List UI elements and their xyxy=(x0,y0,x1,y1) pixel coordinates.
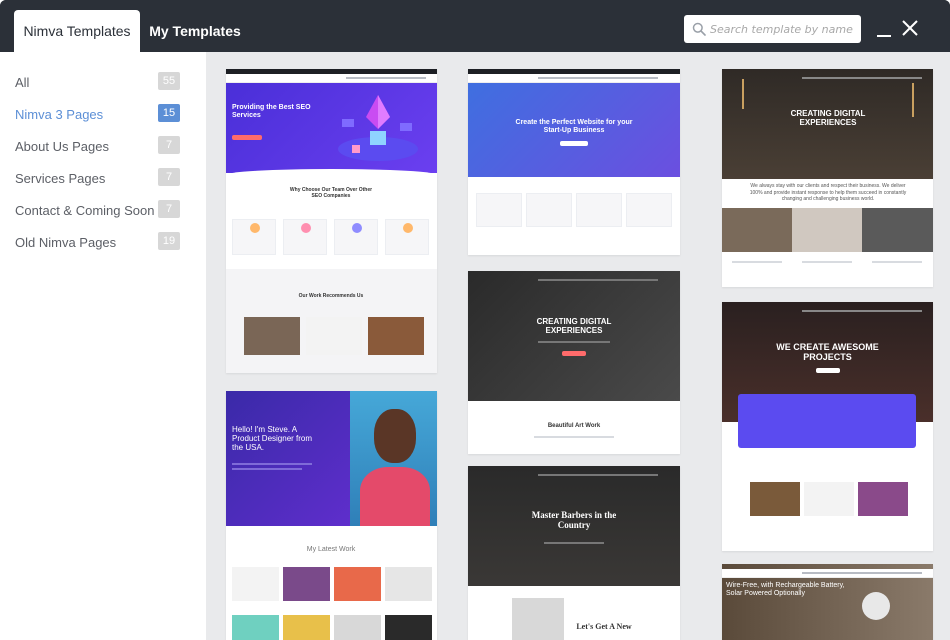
category-count-badge: 15 xyxy=(158,104,180,122)
template-library-window: Nimva Templates My Templates All 55 Nimv… xyxy=(0,0,950,640)
category-all[interactable]: All 55 xyxy=(0,70,206,96)
tab-my-templates[interactable]: My Templates xyxy=(146,10,244,52)
template-preview-hero: Wire-Free, with Rechargeable Battery, So… xyxy=(722,564,933,640)
minimize-icon[interactable] xyxy=(876,22,892,38)
search-input[interactable] xyxy=(710,15,858,43)
template-grid: Providing the Best SEO Services Why Choo… xyxy=(206,52,950,640)
template-hero-title: WE CREATE AWESOME PROJECTS xyxy=(776,342,879,363)
template-section-title: Why Choose Our Team Over Other SEO Compa… xyxy=(289,187,373,199)
category-contact-coming-soon[interactable]: Contact & Coming Soon 7 xyxy=(0,198,206,224)
search-box xyxy=(684,15,861,43)
close-icon[interactable] xyxy=(901,19,919,37)
category-old-nimva-pages[interactable]: Old Nimva Pages 19 xyxy=(0,230,206,256)
category-label: Nimva 3 Pages xyxy=(15,107,104,122)
category-label: Old Nimva Pages xyxy=(15,235,117,250)
category-count-badge: 7 xyxy=(158,168,180,186)
category-label: All xyxy=(15,75,30,90)
template-card-digital[interactable]: CREATING DIGITAL EXPERIENCES We always s… xyxy=(722,69,933,287)
search-icon xyxy=(692,22,706,36)
category-count-badge: 55 xyxy=(158,72,180,90)
template-card-seo[interactable]: Providing the Best SEO Services Why Choo… xyxy=(226,69,437,373)
template-hero-title: Create the Perfect Website for your Star… xyxy=(515,119,633,135)
category-label: Services Pages xyxy=(15,171,106,186)
template-hero-title: Wire-Free, with Rechargeable Battery, So… xyxy=(726,582,845,598)
template-card-barbers[interactable]: Master Barbers in the Country Let's Get … xyxy=(468,466,680,640)
category-nimva-3-pages[interactable]: Nimva 3 Pages 15 xyxy=(0,102,206,128)
template-hero-title: Master Barbers in the Country xyxy=(531,510,617,531)
template-preview-hero: CREATING DIGITAL EXPERIENCES xyxy=(722,69,933,179)
template-hero-title: Providing the Best SEO Services xyxy=(232,104,311,120)
isometric-illustration xyxy=(338,95,418,161)
category-sidebar: All 55 Nimva 3 Pages 15 About Us Pages 7… xyxy=(0,52,206,640)
category-about-us-pages[interactable]: About Us Pages 7 xyxy=(0,134,206,160)
template-hero-title: Hello! I'm Steve. A Product Designer fro… xyxy=(232,425,313,453)
template-work-title: Our Work Recommends Us xyxy=(298,293,364,299)
tab-nimva-templates[interactable]: Nimva Templates xyxy=(14,10,140,52)
template-card-startup[interactable]: Create the Perfect Website for your Star… xyxy=(468,69,680,255)
template-preview-hero: Hello! I'm Steve. A Product Designer fro… xyxy=(226,391,437,526)
category-count-badge: 7 xyxy=(158,136,180,154)
category-count-badge: 7 xyxy=(158,200,180,218)
template-card-camera[interactable]: Wire-Free, with Rechargeable Battery, So… xyxy=(722,564,933,640)
template-preview-hero: CREATING DIGITAL EXPERIENCES xyxy=(468,271,680,401)
template-card-artwork[interactable]: CREATING DIGITAL EXPERIENCES Beautiful A… xyxy=(468,271,680,454)
template-section-title: Let's Get A New xyxy=(576,622,632,631)
category-count-badge: 19 xyxy=(158,232,180,250)
template-preview-hero: Master Barbers in the Country xyxy=(468,466,680,586)
header-bar: Nimva Templates My Templates xyxy=(0,0,950,52)
template-preview-hero: Create the Perfect Website for your Star… xyxy=(468,83,680,177)
category-label: About Us Pages xyxy=(15,139,109,154)
template-card-awesome[interactable]: WE CREATE AWESOME PROJECTS xyxy=(722,302,933,551)
template-section-title: My Latest Work xyxy=(306,546,356,553)
template-hero-title: CREATING DIGITAL EXPERIENCES xyxy=(790,109,866,128)
category-label: Contact & Coming Soon xyxy=(15,203,155,218)
category-services-pages[interactable]: Services Pages 7 xyxy=(0,166,206,192)
template-intro-text: We always stay with our clients and resp… xyxy=(749,183,907,202)
template-section-title: Beautiful Art Work xyxy=(547,423,601,429)
template-preview-hero: Providing the Best SEO Services xyxy=(226,83,437,173)
template-hero-title: CREATING DIGITAL EXPERIENCES xyxy=(536,317,612,336)
template-card-designer[interactable]: Hello! I'm Steve. A Product Designer fro… xyxy=(226,391,437,640)
